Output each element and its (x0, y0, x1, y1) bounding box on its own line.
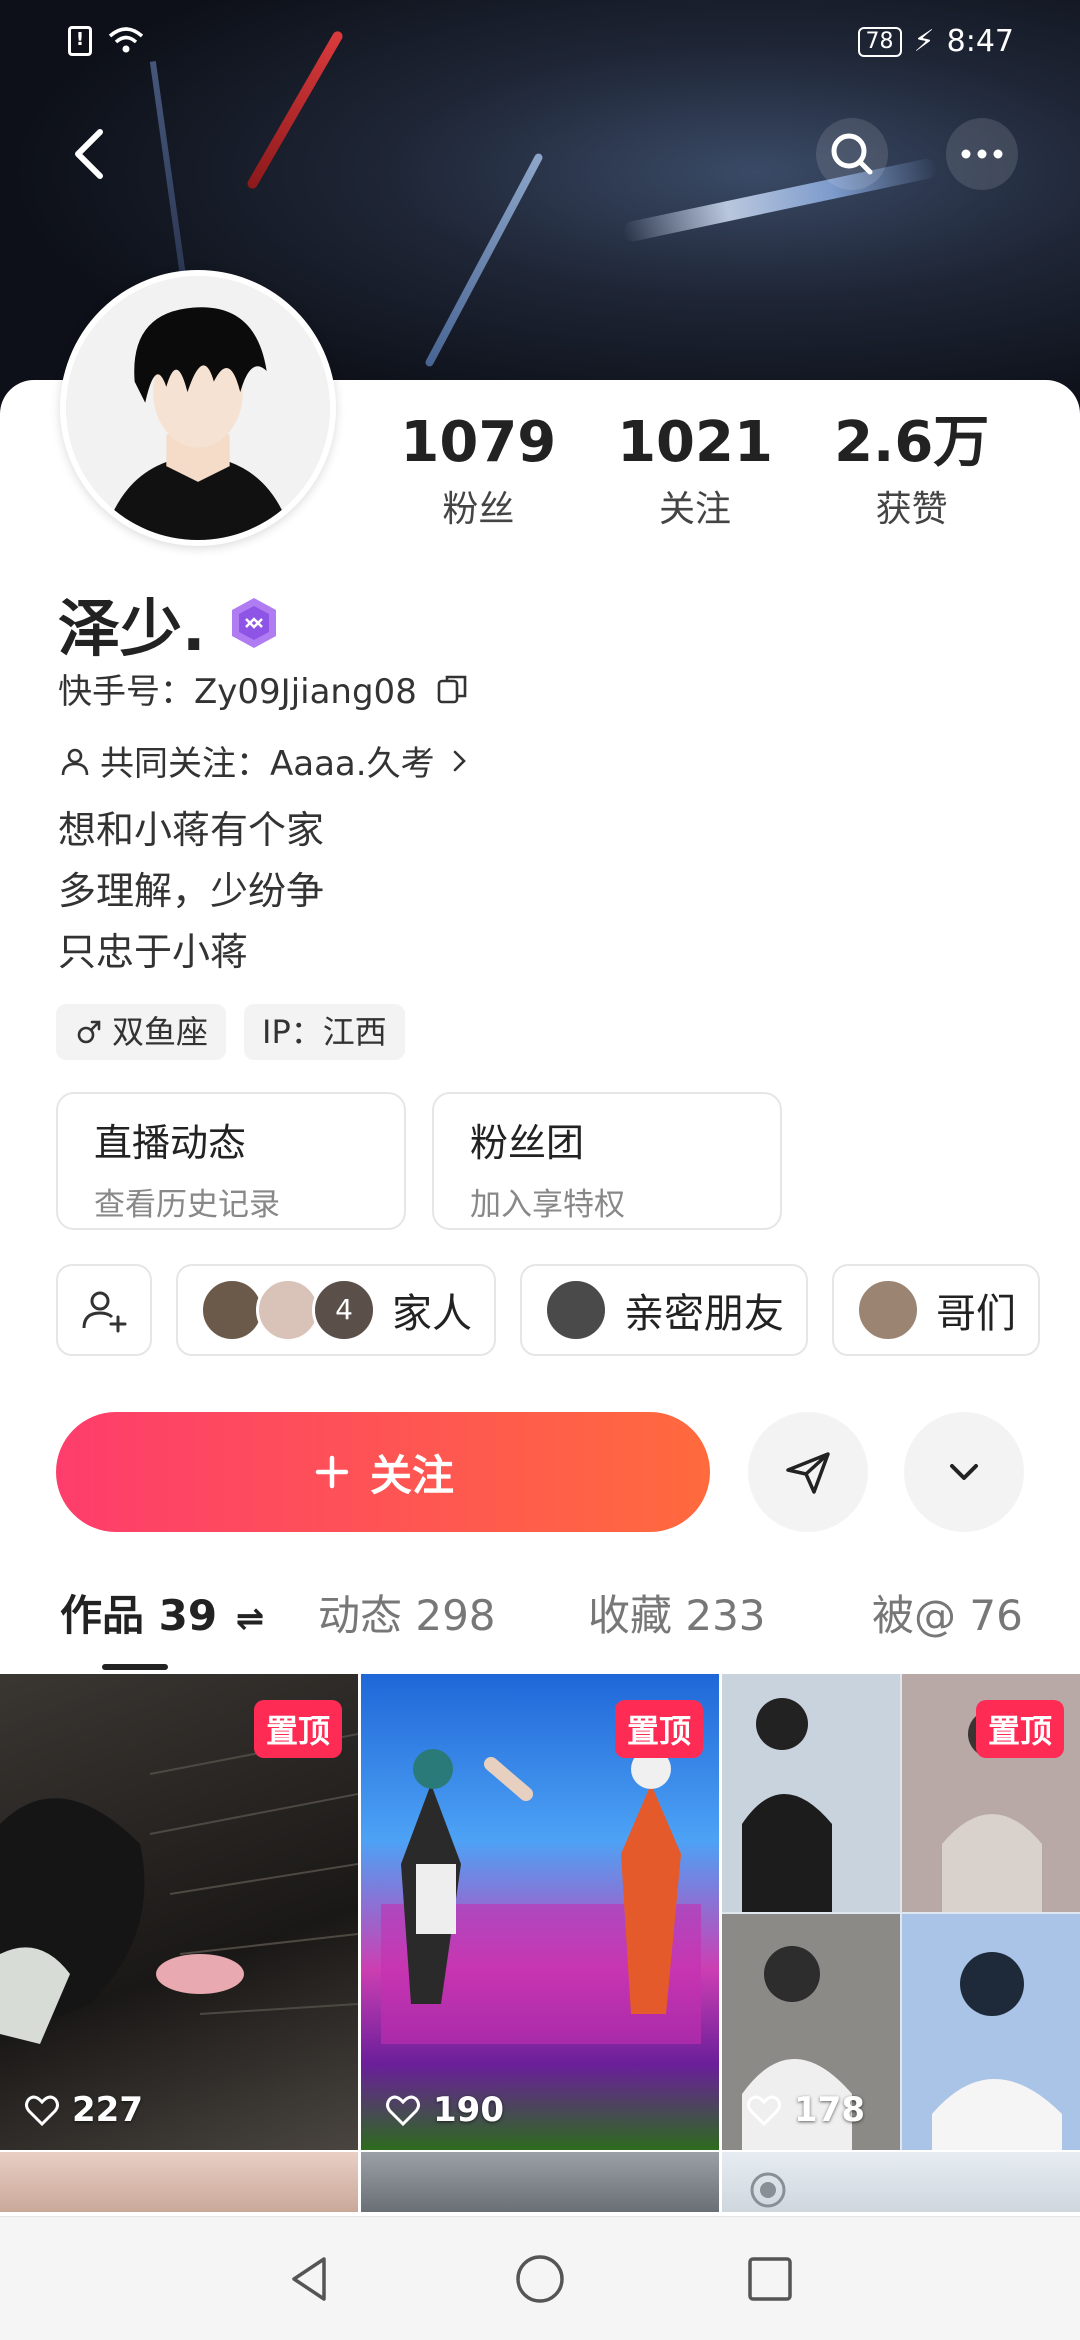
triangle-back-icon (292, 2257, 326, 2301)
mutual-follow-row[interactable]: 共同关注：Aaaa.久考 (58, 736, 477, 785)
active-tab-indicator (102, 1664, 168, 1670)
kuaishou-id: 快手号：Zy09Jjiang08 (58, 672, 417, 712)
more-icon (961, 149, 1003, 159)
back-arrow-icon (75, 129, 103, 179)
heart-icon (747, 2095, 781, 2127)
buddies-group[interactable]: 哥们 (832, 1264, 1040, 1356)
video-card[interactable]: 置顶 190 (361, 1674, 719, 2150)
nav-recents-button[interactable] (740, 2249, 800, 2309)
follow-label: 关注 (369, 1450, 454, 1500)
mutual-follow-text: 共同关注：Aaaa.久考 (100, 744, 435, 784)
tab-favorites[interactable]: 收藏 233 (588, 1582, 766, 1643)
level-badge-icon[interactable] (226, 595, 282, 651)
member-avatar (256, 1278, 320, 1342)
followers-stat[interactable]: 1079 粉丝 (370, 410, 587, 532)
heart-icon (25, 2095, 59, 2127)
bio-line: 多理解，少纷争 (58, 869, 325, 913)
video-card[interactable] (0, 2152, 358, 2212)
bio-line: 想和小蒋有个家 (58, 808, 325, 852)
video-card[interactable]: 置顶 178 (722, 1674, 1080, 2150)
group-label: 家人 (392, 1291, 472, 1337)
copy-icon[interactable] (435, 672, 469, 706)
plus-icon (315, 1455, 349, 1489)
family-group[interactable]: 4 家人 (176, 1264, 496, 1356)
message-button[interactable] (748, 1412, 868, 1532)
tab-works[interactable]: 作品 39 ⇌ (60, 1582, 264, 1643)
back-button[interactable] (56, 118, 128, 190)
video-card[interactable] (361, 2152, 719, 2212)
like-count: 178 (744, 2090, 865, 2130)
clock: 8:47 (946, 24, 1014, 59)
member-count-avatar: 4 (312, 1278, 376, 1342)
fan-club-subtitle: 加入享特权 (470, 1187, 625, 1223)
chevron-right-icon (453, 750, 466, 771)
profile-stats: 1079 粉丝 1021 关注 2.6万 获赞 (370, 410, 1020, 532)
likes-stat[interactable]: 2.6万 获赞 (803, 410, 1020, 532)
square-recents-icon (748, 2257, 792, 2301)
send-icon (786, 1452, 830, 1494)
wifi-icon (106, 26, 146, 56)
group-label: 亲密朋友 (624, 1291, 784, 1337)
tab-mentions[interactable]: 被@ 76 (872, 1582, 1023, 1643)
add-friend-button[interactable] (56, 1264, 152, 1356)
ip-tag: IP：江西 (244, 1004, 405, 1060)
live-history-title: 直播动态 (94, 1121, 247, 1165)
group-label: 哥们 (936, 1291, 1016, 1337)
person-icon (61, 748, 89, 775)
search-button[interactable] (816, 118, 888, 190)
name-row: 泽少. (58, 578, 282, 668)
live-history-subtitle: 查看历史记录 (94, 1187, 280, 1223)
pinned-badge: 置顶 (975, 1700, 1064, 1758)
fan-club-title: 粉丝团 (470, 1121, 585, 1165)
system-nav-bar (0, 2216, 1080, 2340)
swap-icon: ⇌ (235, 1599, 265, 1639)
status-bar: ! 78 ⚡ 8:47 (0, 18, 1080, 70)
video-card[interactable] (722, 2152, 1080, 2212)
following-stat[interactable]: 1021 关注 (587, 410, 804, 532)
like-count: 227 (22, 2090, 143, 2130)
likes-label: 获赞 (875, 489, 948, 530)
tab-moments[interactable]: 动态 298 (318, 1582, 496, 1643)
profile-name: 泽少. (58, 592, 206, 665)
kuaishou-id-row[interactable]: 快手号：Zy09Jjiang08 (58, 664, 469, 713)
content-tabs: 作品 39 ⇌ 动态 298 收藏 233 被@ 76 (0, 1582, 1080, 1662)
likes-count: 2.6万 (834, 410, 990, 475)
charging-icon: ⚡ (913, 24, 935, 59)
add-person-icon (82, 1291, 127, 1333)
zodiac-tag: 双鱼座 (56, 1004, 227, 1060)
bio: 想和小蒋有个家 多理解，少纷争 只忠于小蒋 (58, 800, 324, 983)
following-label: 关注 (659, 489, 732, 530)
follow-button[interactable]: 关注 (56, 1412, 710, 1532)
more-button[interactable] (946, 118, 1018, 190)
fan-club-box[interactable]: 粉丝团 加入享特权 (432, 1092, 782, 1230)
friend-groups: 4 家人 亲密朋友 哥们 (56, 1264, 1040, 1356)
chevron-down-icon (950, 1464, 978, 1480)
member-avatar (544, 1278, 608, 1342)
circle-home-icon (516, 2255, 564, 2303)
member-avatar (856, 1278, 920, 1342)
live-icon (750, 2172, 786, 2208)
profile-tags: 双鱼座 IP：江西 (56, 1004, 405, 1060)
sim-alert-icon: ! (68, 26, 92, 56)
battery-icon: 78 (857, 26, 902, 57)
heart-icon (386, 2095, 420, 2127)
member-avatar (200, 1278, 264, 1342)
followers-count: 1079 (400, 410, 557, 475)
close-friends-group[interactable]: 亲密朋友 (520, 1264, 808, 1356)
following-count: 1021 (617, 410, 773, 475)
feature-boxes: 直播动态 查看历史记录 粉丝团 加入享特权 (56, 1092, 782, 1230)
pinned-badge: 置顶 (614, 1700, 703, 1758)
video-card[interactable]: 置顶 227 (0, 1674, 358, 2150)
male-icon (77, 1020, 101, 1044)
expand-button[interactable] (904, 1412, 1024, 1532)
like-count: 190 (383, 2090, 504, 2130)
nav-home-button[interactable] (510, 2249, 570, 2309)
live-history-box[interactable]: 直播动态 查看历史记录 (56, 1092, 406, 1230)
search-icon (831, 133, 873, 175)
avatar[interactable] (60, 270, 336, 546)
pinned-badge: 置顶 (253, 1700, 342, 1758)
bio-line: 只忠于小蒋 (58, 930, 249, 974)
nav-back-button[interactable] (280, 2249, 340, 2309)
followers-label: 粉丝 (442, 489, 515, 530)
